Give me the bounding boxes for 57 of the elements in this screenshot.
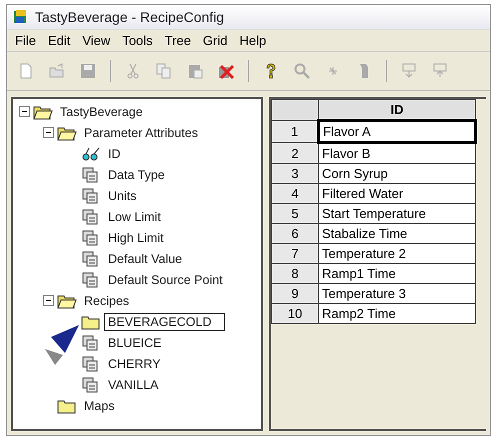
- row-header[interactable]: 5: [272, 204, 318, 224]
- node-label[interactable]: Parameter Attributes: [80, 124, 202, 142]
- node-label[interactable]: Recipes: [80, 292, 134, 310]
- folder-icon: [57, 398, 77, 414]
- grid-cell[interactable]: Ramp1 Time: [318, 264, 476, 284]
- node-label[interactable]: Maps: [80, 396, 119, 414]
- open-folder-icon: [57, 124, 77, 140]
- folder-icon: [81, 314, 101, 330]
- collapse-icon[interactable]: [43, 127, 54, 138]
- glasses-icon: [81, 146, 101, 162]
- menu-item[interactable]: Help: [239, 33, 266, 48]
- node-label[interactable]: ID: [104, 144, 124, 162]
- window-title: TastyBeverage - RecipeConfig: [35, 9, 224, 25]
- app-icon: [13, 9, 29, 25]
- node-label[interactable]: VANILLA: [104, 376, 162, 394]
- pointer-arrow-drawing: [45, 325, 79, 365]
- node-label[interactable]: Low Limit: [104, 208, 165, 226]
- menu-item[interactable]: Tools: [122, 33, 153, 48]
- node-label[interactable]: CHERRY: [104, 354, 165, 372]
- grid-cell[interactable]: Flavor A: [318, 120, 476, 142]
- node-label[interactable]: Units: [104, 186, 140, 204]
- row-header[interactable]: 3: [272, 164, 318, 184]
- node-label[interactable]: Default Source Point: [104, 270, 227, 288]
- row-header[interactable]: 1: [272, 120, 318, 142]
- row-header[interactable]: 8: [272, 264, 318, 284]
- row-header[interactable]: 10: [272, 304, 318, 324]
- row-header[interactable]: 7: [272, 244, 318, 264]
- grid-cell[interactable]: Ramp2 Time: [318, 304, 476, 324]
- delete-icon[interactable]: [217, 62, 235, 80]
- grid-cell[interactable]: Temperature 3: [318, 284, 476, 304]
- corner-cell: [272, 100, 318, 120]
- open-folder-icon: [33, 104, 53, 120]
- node-label[interactable]: BEVERAGECOLD: [104, 312, 225, 330]
- grid-cell[interactable]: Stabalize Time: [318, 224, 476, 244]
- menu-item[interactable]: View: [82, 33, 110, 48]
- menu-item[interactable]: Tree: [164, 33, 191, 48]
- collapse-icon[interactable]: [19, 106, 30, 117]
- node-label[interactable]: Data Type: [104, 166, 169, 184]
- node-label[interactable]: High Limit: [104, 228, 168, 246]
- row-header[interactable]: 9: [272, 284, 318, 304]
- node-label[interactable]: BLUEICE: [104, 334, 166, 352]
- node-label[interactable]: TastyBeverage: [56, 102, 147, 120]
- row-header[interactable]: 4: [272, 184, 318, 204]
- node-label[interactable]: Default Value: [104, 250, 186, 268]
- grid-cell[interactable]: Filtered Water: [318, 184, 476, 204]
- grid-cell[interactable]: Corn Syrup: [318, 164, 476, 184]
- grid-cell[interactable]: Flavor B: [318, 142, 476, 164]
- collapse-icon[interactable]: [43, 295, 54, 306]
- row-header[interactable]: 2: [272, 142, 318, 164]
- grid-cell[interactable]: Temperature 2: [318, 244, 476, 264]
- open-folder-icon: [57, 292, 77, 308]
- menu-item[interactable]: Edit: [48, 33, 70, 48]
- row-header[interactable]: 6: [272, 224, 318, 244]
- grid-cell[interactable]: Start Temperature: [318, 204, 476, 224]
- menu-item[interactable]: Grid: [202, 33, 228, 48]
- menu-item[interactable]: File: [15, 33, 36, 48]
- column-header[interactable]: ID: [318, 100, 476, 120]
